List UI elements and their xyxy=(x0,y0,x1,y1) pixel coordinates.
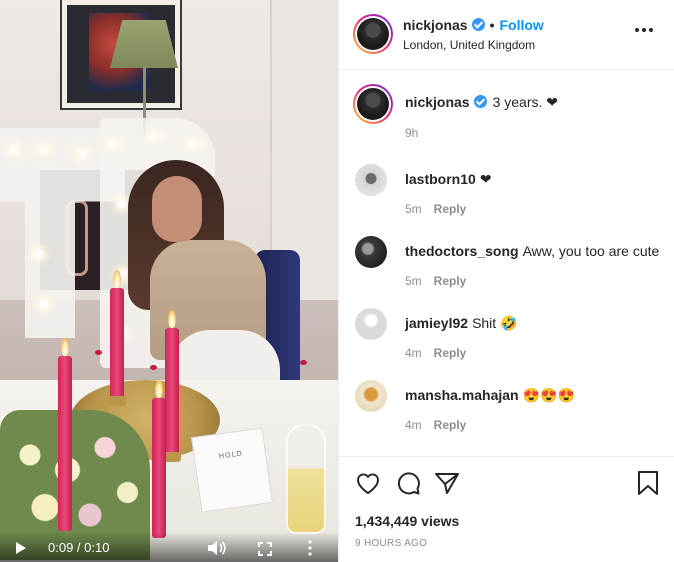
post-location[interactable]: London, United Kingdom xyxy=(403,38,535,52)
candle-flame xyxy=(61,338,69,356)
play-icon[interactable] xyxy=(16,542,26,554)
candle xyxy=(58,356,72,531)
candle-flame xyxy=(168,310,176,328)
volume-icon[interactable] xyxy=(207,540,227,556)
comment-icon[interactable] xyxy=(394,469,422,497)
comment-body: mansha.mahajan 😍😍😍 xyxy=(405,386,665,404)
video-controls: 0:09 / 0:10 xyxy=(0,532,338,562)
comment-text: ❤ xyxy=(479,171,492,187)
comment-username[interactable]: lastborn10 xyxy=(405,171,476,187)
comment-time: 5m xyxy=(405,274,422,288)
caption-time: 9h xyxy=(405,126,419,140)
reply-button[interactable]: Reply xyxy=(434,418,467,432)
candle xyxy=(165,328,179,458)
candle xyxy=(152,398,166,538)
rose-petal xyxy=(150,365,157,370)
author-avatar[interactable] xyxy=(353,14,393,54)
comment-time: 4m xyxy=(405,346,422,360)
post-timestamp: 9 HOURS AGO xyxy=(355,538,428,549)
rose-petal xyxy=(300,360,307,365)
caption-body: nickjonas 3 years. ❤ xyxy=(405,93,665,111)
verified-badge-icon xyxy=(473,95,487,108)
comment-username[interactable]: mansha.mahajan xyxy=(405,387,519,403)
marquee-bulb xyxy=(150,132,158,140)
rose-petal xyxy=(95,350,102,355)
heart-icon[interactable] xyxy=(354,469,382,497)
caption-text: 3 years. ❤ xyxy=(492,94,559,110)
commenter-avatar[interactable] xyxy=(355,380,387,412)
comment-username[interactable]: thedoctors_song xyxy=(405,243,519,259)
place-card-text: HOLD xyxy=(218,449,244,461)
comment-body: thedoctors_song Aww, you too are cute xyxy=(405,242,665,260)
comment-meta: 5m Reply xyxy=(405,202,466,216)
reply-button[interactable]: Reply xyxy=(434,202,467,216)
comment-time: 4m xyxy=(405,418,422,432)
candle-holder xyxy=(108,396,126,406)
marquee-bulb xyxy=(10,146,18,154)
author-username[interactable]: nickjonas xyxy=(403,17,468,33)
author-name-row: nickjonas • Follow xyxy=(403,17,544,33)
post-video[interactable]: HOLD 0:09 / 0:10 xyxy=(0,0,338,562)
candle-flame xyxy=(155,380,163,398)
candle-flame xyxy=(113,270,121,288)
view-count[interactable]: 1,434,449 views xyxy=(355,513,459,529)
marquee-bulb xyxy=(35,250,43,258)
caption-avatar[interactable] xyxy=(353,84,393,124)
comment-username[interactable]: jamieyl92 xyxy=(405,315,468,331)
comments-list: nickjonas 3 years. ❤ 9h lastborn10 ❤ 5m Rep… xyxy=(339,70,674,456)
marquee-bulb xyxy=(190,140,198,148)
more-options-icon[interactable] xyxy=(635,28,653,34)
commenter-avatar[interactable] xyxy=(355,308,387,340)
follow-button[interactable]: Follow xyxy=(500,17,544,33)
verified-badge-icon xyxy=(471,18,485,31)
marquee-bulb xyxy=(40,300,48,308)
marquee-bulb xyxy=(40,146,48,154)
video-time: 0:09 / 0:10 xyxy=(48,540,110,555)
candle xyxy=(110,288,124,400)
marquee-bulb xyxy=(110,140,118,148)
marquee-bulb xyxy=(118,200,126,208)
post-header: nickjonas • Follow London, United Kingdom xyxy=(339,0,674,70)
comment-text: 😍😍😍 xyxy=(522,387,575,403)
commenter-avatar[interactable] xyxy=(355,236,387,268)
marquee-bulb xyxy=(78,150,86,158)
comment-meta: 4m Reply xyxy=(405,418,466,432)
comment-text: Aww, you too are cute xyxy=(522,243,660,259)
post-actions: 1,434,449 views 9 HOURS AGO xyxy=(339,456,674,562)
separator-dot: • xyxy=(489,17,495,33)
champagne-glass xyxy=(286,424,326,534)
comment-time: 5m xyxy=(405,202,422,216)
comment-body: lastborn10 ❤ xyxy=(405,170,665,188)
comment-text: Shit 🤣 xyxy=(472,315,518,331)
comment-meta: 5m Reply xyxy=(405,274,466,288)
bookmark-icon[interactable] xyxy=(634,469,662,497)
place-card: HOLD xyxy=(191,427,273,513)
share-icon[interactable] xyxy=(433,469,461,497)
comment-body: jamieyl92 Shit 🤣 xyxy=(405,314,665,332)
caption-username[interactable]: nickjonas xyxy=(405,94,470,110)
comment-meta: 4m Reply xyxy=(405,346,466,360)
post-side-panel: nickjonas • Follow London, United Kingdom … xyxy=(338,0,674,562)
reply-button[interactable]: Reply xyxy=(434,346,467,360)
commenter-avatar[interactable] xyxy=(355,164,387,196)
more-options-icon[interactable] xyxy=(307,540,313,556)
person-face xyxy=(152,176,202,242)
caption-meta: 9h xyxy=(405,126,418,140)
fullscreen-icon[interactable] xyxy=(258,542,272,556)
reply-button[interactable]: Reply xyxy=(434,274,467,288)
